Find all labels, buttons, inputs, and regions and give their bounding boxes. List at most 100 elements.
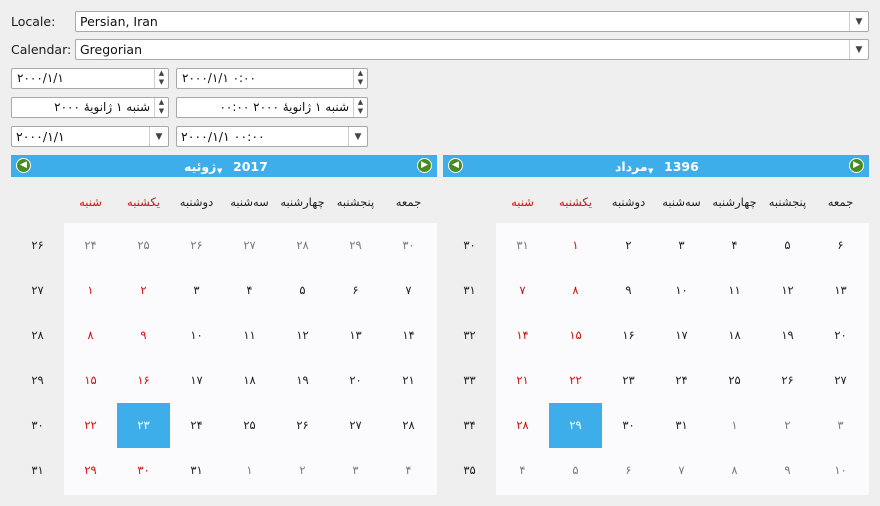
calendar-day-cell[interactable]: ۲۲ [64, 403, 117, 448]
calendar-day-cell[interactable]: ۸ [64, 313, 117, 358]
calendar-day-cell[interactable]: ۲۵ [708, 358, 761, 403]
calendar-day-cell[interactable]: ۴ [223, 268, 276, 313]
calendar-day-cell[interactable]: ۷ [655, 448, 708, 493]
calendar-day-cell[interactable]: ۱۲ [761, 268, 814, 313]
locale-combobox[interactable]: Persian, Iran ▼ [75, 11, 869, 32]
calendar-day-cell[interactable]: ۹ [117, 313, 170, 358]
calendar-day-cell[interactable]: ۱۷ [170, 358, 223, 403]
calendar-day-cell[interactable]: ۳۱ [496, 223, 549, 268]
calendar-day-cell[interactable]: ۲۷ [814, 358, 867, 403]
calendar-day-cell[interactable]: ۱۴ [496, 313, 549, 358]
chevron-down-icon[interactable]: ▼ [149, 127, 168, 146]
calendar-day-cell[interactable]: ۱ [549, 223, 602, 268]
calendar-day-cell[interactable]: ۱۹ [276, 358, 329, 403]
calendar-day-cell[interactable]: ۳ [814, 403, 867, 448]
calendar-day-cell[interactable]: ۳۱ [655, 403, 708, 448]
green-arrow-left-icon[interactable]: ◀ [16, 158, 31, 173]
month-button[interactable]: ژوئیه [184, 159, 216, 174]
calendar-day-cell[interactable]: ۲۶ [170, 223, 223, 268]
calendar-day-cell[interactable]: ۳ [329, 448, 382, 493]
spin-arrows-icon[interactable]: ▲ ▼ [353, 69, 367, 88]
calendar-day-cell[interactable]: ۱۱ [223, 313, 276, 358]
date-popup-edit[interactable]: ۲۰۰۰/۱/۱ ▼ [11, 126, 169, 147]
calendar-day-cell[interactable]: ۲۶ [761, 358, 814, 403]
calendar-day-cell[interactable]: ۱۸ [223, 358, 276, 403]
calendar-day-cell[interactable]: ۸ [549, 268, 602, 313]
calendar-day-cell[interactable]: ۲۷ [329, 403, 382, 448]
calendar-day-cell[interactable]: ۶ [329, 268, 382, 313]
calendar-day-cell[interactable]: ۳۰ [602, 403, 655, 448]
calendar-day-cell[interactable]: ۷ [382, 268, 435, 313]
calendar-day-cell[interactable]: ۲ [276, 448, 329, 493]
chevron-down-icon[interactable]: ▼ [348, 127, 367, 146]
calendar-day-cell[interactable]: ۱۵ [64, 358, 117, 403]
calendar-day-cell[interactable]: ۱۵ [549, 313, 602, 358]
calendar-day-cell[interactable]: ۲۰ [329, 358, 382, 403]
calendar-widget-persian[interactable]: ◀ مرداد ▼ 1396 ▶ شنبه یکشنبه دوشنبه سه‌شنبه… [443, 155, 869, 495]
calendar-day-cell[interactable]: ۱۲ [276, 313, 329, 358]
calendar-day-cell[interactable]: ۳ [655, 223, 708, 268]
calendar-day-cell[interactable]: ۱ [223, 448, 276, 493]
calendar-day-cell[interactable]: ۲۹ [549, 403, 602, 448]
green-arrow-left-icon[interactable]: ◀ [448, 158, 463, 173]
calendar-day-cell[interactable]: ۱۶ [117, 358, 170, 403]
calendar-day-cell[interactable]: ۱۳ [329, 313, 382, 358]
datetime-edit[interactable]: ۲۰۰۰/۱/۱ ۰:۰۰ ▲ ▼ [176, 68, 368, 89]
calendar-day-cell[interactable]: ۱۰ [170, 313, 223, 358]
calendar-day-cell[interactable]: ۱۸ [708, 313, 761, 358]
calendar-day-cell[interactable]: ۲۹ [64, 448, 117, 493]
calendar-day-cell[interactable]: ۱۰ [814, 448, 867, 493]
calendar-day-cell[interactable]: ۹ [761, 448, 814, 493]
calendar-day-cell[interactable]: ۸ [708, 448, 761, 493]
calendar-day-cell[interactable]: ۶ [814, 223, 867, 268]
calendar-day-cell[interactable]: ۲۴ [170, 403, 223, 448]
calendar-day-cell[interactable]: ۱ [64, 268, 117, 313]
long-date-edit[interactable]: شنبه ۱ ژانویهٔ ۲۰۰۰ ▲ ▼ [11, 97, 169, 118]
calendar-day-cell[interactable]: ۴ [382, 448, 435, 493]
spin-arrows-icon[interactable]: ▲ ▼ [154, 69, 168, 88]
spin-arrows-icon[interactable]: ▲ ▼ [154, 98, 168, 117]
calendar-day-cell[interactable]: ۳۰ [382, 223, 435, 268]
calendar-day-cell[interactable]: ۵ [276, 268, 329, 313]
calendar-day-cell[interactable]: ۲۸ [496, 403, 549, 448]
calendar-day-cell[interactable]: ۲۳ [602, 358, 655, 403]
calendar-day-cell[interactable]: ۶ [602, 448, 655, 493]
month-button[interactable]: مرداد [615, 159, 648, 174]
chevron-down-icon[interactable]: ▼ [849, 40, 868, 59]
chevron-down-icon[interactable]: ▼ [849, 12, 868, 31]
date-edit[interactable]: ۲۰۰۰/۱/۱ ▲ ▼ [11, 68, 169, 89]
calendar-day-cell[interactable]: ۱۱ [708, 268, 761, 313]
calendar-day-cell[interactable]: ۲ [117, 268, 170, 313]
calendar-day-cell[interactable]: ۴ [708, 223, 761, 268]
calendar-day-cell[interactable]: ۲۴ [655, 358, 708, 403]
long-datetime-edit[interactable]: شنبه ۱ ژانویهٔ ۲۰۰۰ ۰۰:۰۰ ▲ ▼ [176, 97, 368, 118]
calendar-combobox[interactable]: Gregorian ▼ [75, 39, 869, 60]
calendar-day-cell[interactable]: ۲۱ [382, 358, 435, 403]
calendar-day-cell[interactable]: ۲۸ [382, 403, 435, 448]
calendar-day-cell[interactable]: ۲۷ [223, 223, 276, 268]
calendar-day-cell[interactable]: ۱۰ [655, 268, 708, 313]
datetime-popup-edit[interactable]: ۲۰۰۰/۱/۱ ۰۰:۰۰ ▼ [176, 126, 368, 147]
calendar-day-cell[interactable]: ۹ [602, 268, 655, 313]
calendar-day-cell[interactable]: ۲۳ [117, 403, 170, 448]
calendar-day-cell[interactable]: ۱۷ [655, 313, 708, 358]
calendar-day-cell[interactable]: ۳۰ [117, 448, 170, 493]
year-button[interactable]: 1396 [664, 159, 699, 174]
calendar-day-cell[interactable]: ۲۰ [814, 313, 867, 358]
calendar-day-cell[interactable]: ۵ [549, 448, 602, 493]
calendar-day-cell[interactable]: ۲۹ [329, 223, 382, 268]
calendar-day-cell[interactable]: ۱۳ [814, 268, 867, 313]
calendar-day-cell[interactable]: ۱۹ [761, 313, 814, 358]
calendar-day-cell[interactable]: ۲۴ [64, 223, 117, 268]
calendar-day-cell[interactable]: ۲ [602, 223, 655, 268]
calendar-day-cell[interactable]: ۲ [761, 403, 814, 448]
year-button[interactable]: 2017 [233, 159, 268, 174]
calendar-day-cell[interactable]: ۳ [170, 268, 223, 313]
calendar-day-cell[interactable]: ۳۱ [170, 448, 223, 493]
calendar-day-cell[interactable]: ۲۵ [223, 403, 276, 448]
spin-arrows-icon[interactable]: ▲ ▼ [353, 98, 367, 117]
calendar-day-cell[interactable]: ۱۶ [602, 313, 655, 358]
calendar-day-cell[interactable]: ۲۸ [276, 223, 329, 268]
calendar-day-cell[interactable]: ۲۶ [276, 403, 329, 448]
calendar-day-cell[interactable]: ۱ [708, 403, 761, 448]
